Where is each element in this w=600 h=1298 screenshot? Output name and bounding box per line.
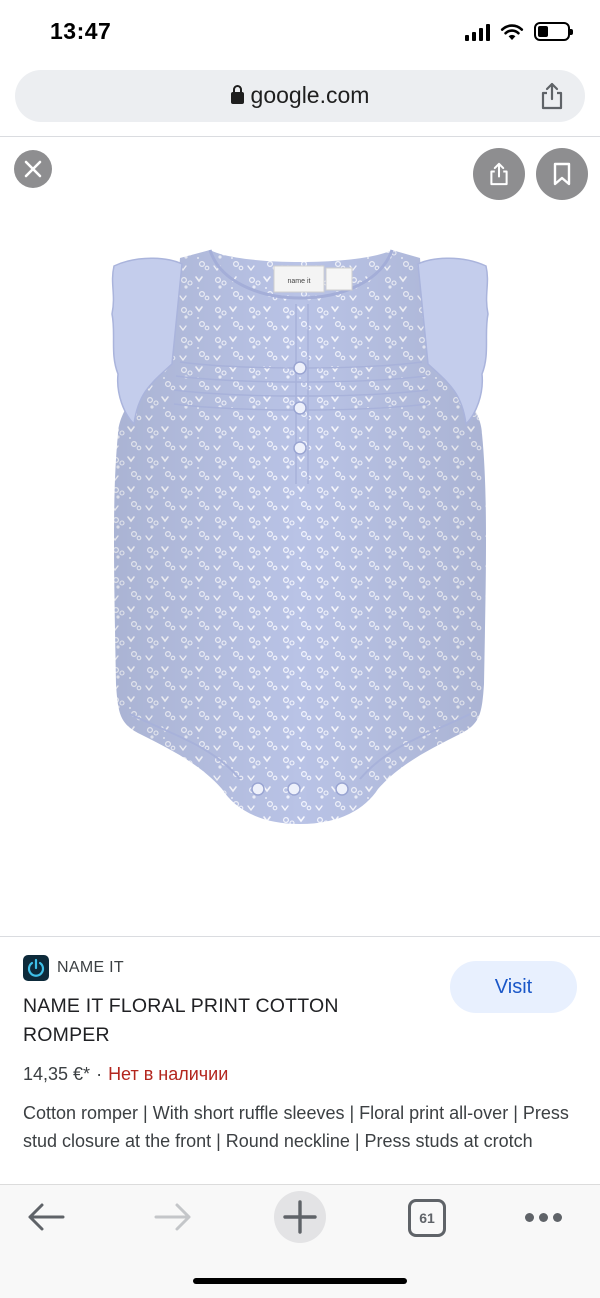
save-image-button[interactable] — [536, 148, 588, 200]
garment-tag: name it — [288, 278, 311, 285]
more-dot — [538, 1212, 548, 1222]
tab-count: 61 — [419, 1210, 435, 1226]
close-button[interactable] — [14, 150, 52, 188]
url-text: google.com — [250, 82, 370, 108]
share-icon[interactable] — [539, 82, 565, 110]
lock-icon — [230, 85, 244, 104]
forward-button[interactable] — [151, 1193, 195, 1241]
cellular-signal-icon — [465, 23, 490, 41]
price-row: 14,35 €* · Нет в наличии — [23, 1064, 228, 1085]
product-image[interactable]: name it — [110, 244, 490, 829]
battery-icon — [534, 22, 573, 41]
availability-status: Нет в наличии — [108, 1064, 229, 1084]
visit-button[interactable]: Visit — [450, 961, 577, 1013]
home-indicator[interactable] — [193, 1278, 407, 1284]
separator: · — [96, 1064, 103, 1084]
url-display[interactable]: google.com — [15, 82, 585, 109]
divider — [0, 936, 600, 937]
more-dot — [524, 1212, 534, 1222]
bookmark-icon — [553, 162, 571, 186]
brand-logo — [23, 955, 49, 981]
tab-switcher-button[interactable]: 61 — [408, 1199, 446, 1237]
new-tab-button[interactable] — [274, 1191, 326, 1243]
address-bar[interactable]: google.com — [15, 70, 585, 122]
brand-name: NAME IT — [57, 959, 124, 976]
back-button[interactable] — [24, 1193, 68, 1241]
wifi-icon — [500, 23, 524, 40]
more-menu-button[interactable] — [521, 1193, 565, 1241]
product-title[interactable]: NAME IT FLORAL PRINT COTTON ROMPER — [23, 992, 423, 1050]
status-bar: 13:47 — [0, 0, 600, 64]
share-image-button[interactable] — [473, 148, 525, 200]
status-time: 13:47 — [50, 18, 112, 44]
power-icon — [27, 958, 45, 977]
source-brand[interactable]: NAME IT — [23, 955, 124, 981]
status-icons — [465, 22, 573, 41]
share-icon — [490, 162, 508, 186]
price: 14,35 €* — [23, 1064, 91, 1084]
new-tab-plus-icon — [283, 1200, 317, 1234]
back-arrow-icon — [28, 1203, 65, 1231]
battery-level — [538, 26, 548, 37]
more-dot — [552, 1212, 562, 1222]
forward-arrow-icon — [154, 1203, 191, 1231]
product-description: Cotton romper | With short ruffle sleeve… — [23, 1103, 569, 1151]
close-icon — [24, 160, 42, 178]
